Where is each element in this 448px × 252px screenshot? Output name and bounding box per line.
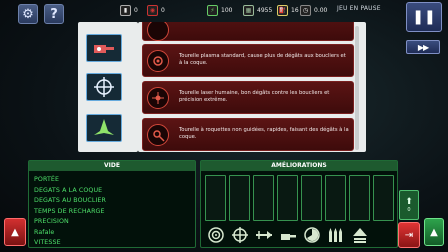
weapon-description: Tourelle plasma standard, cause plus de … (179, 53, 346, 67)
upgrade-slot[interactable] (277, 175, 298, 221)
upgrade-slot[interactable] (325, 175, 346, 221)
resource-missiles: ◉ 0 (147, 3, 165, 17)
speed-upgrade-icon[interactable] (349, 225, 370, 245)
energy-icon: ⚡ (207, 4, 218, 16)
question-icon: ? (50, 6, 58, 22)
weapon-description: Tourelle à roquettes non guidées, rapide… (179, 127, 349, 141)
weapon-slot-plasma[interactable] (86, 34, 122, 62)
fast-forward-button[interactable]: ▶▶ (406, 40, 440, 54)
fast-forward-icon: ▶▶ (417, 42, 429, 52)
upgrade-points-button[interactable]: ⬆ 0 (399, 190, 419, 220)
pause-icon: ❚❚ (412, 9, 436, 25)
turret-icon (147, 22, 169, 41)
pause-button[interactable]: ❚❚ (406, 2, 442, 32)
gear-icon: ⚙ (22, 6, 34, 22)
upgrade-slot[interactable] (205, 175, 226, 221)
plant-icon: ▲ (430, 226, 438, 238)
upgrades-panel: AMÉLIORATIONS (200, 160, 398, 248)
turret-upgrade-icon[interactable] (277, 225, 298, 245)
upgrades-header: AMÉLIORATIONS (201, 161, 397, 171)
upgrade-slot[interactable] (229, 175, 250, 221)
resource-fuel: ⛽ 16 (277, 4, 299, 16)
upgrade-slot[interactable] (373, 175, 394, 221)
weapon-slot-laser[interactable] (86, 73, 122, 101)
exit-button[interactable]: ⇥ (398, 222, 420, 248)
settings-button[interactable]: ⚙ (18, 4, 38, 24)
pause-status: JEU EN PAUSE (337, 5, 381, 12)
weapon-slot-rocket[interactable] (86, 114, 122, 142)
crew-icon: ▮ (120, 4, 131, 16)
red-action-button[interactable]: ▲ (4, 218, 26, 246)
stats-header: VIDE (29, 161, 195, 171)
fuel-icon: ⛽ (277, 4, 288, 16)
weapon-list-scrollbar[interactable] (355, 26, 359, 150)
weapon-card-laser[interactable]: Tourelle laser humaine, bon dégâts contr… (142, 81, 354, 114)
rocket-turret-icon (147, 124, 169, 146)
crosshair-icon (94, 77, 114, 97)
plasma-turret-icon (94, 45, 114, 53)
weapon-stats-panel: VIDE PORTÉE DEGATS A LA COQUE DEGATS AU … (28, 160, 196, 248)
stat-hull-damage: DEGATS A LA COQUE (34, 186, 103, 194)
upgrade-slot[interactable] (301, 175, 322, 221)
weapon-description: Tourelle laser humaine, bon dégâts contr… (179, 90, 330, 104)
warning-icon: ▲ (11, 226, 19, 238)
laser-turret-icon (147, 87, 169, 109)
shield-damage-upgrade-icon[interactable] (253, 225, 274, 245)
stat-range: PORTÉE (34, 176, 60, 183)
clock-icon: ◷ (300, 4, 311, 16)
reload-upgrade-icon[interactable] (301, 225, 322, 245)
ship-icon (94, 119, 114, 135)
stat-shield-damage: DEGATS AU BOUCLIER (34, 197, 106, 204)
plasma-turret-icon (147, 50, 169, 72)
weapon-card-plasma[interactable]: Tourelle plasma standard, cause plus de … (142, 44, 354, 77)
scrap-icon: ▦ (243, 4, 254, 16)
resource-time: ◷ 0.00 (300, 3, 327, 17)
burst-upgrade-icon[interactable] (325, 225, 346, 245)
resource-energy: ⚡ 100 (207, 3, 232, 17)
upgrade-icon: ⬆ (405, 197, 413, 207)
upgrade-points-count: 0 (407, 207, 411, 213)
upgrade-slot[interactable] (349, 175, 370, 221)
upgrade-slot[interactable] (253, 175, 274, 221)
help-button[interactable]: ? (44, 4, 64, 24)
weapon-card-partial[interactable] (142, 22, 354, 41)
resource-crew: ▮ 0 (120, 3, 138, 17)
exit-icon: ⇥ (404, 229, 414, 241)
weapon-list-panel: Tourelle plasma standard, cause plus de … (138, 22, 366, 152)
missile-icon: ◉ (147, 4, 158, 16)
green-action-button[interactable]: ▲ (424, 218, 444, 246)
stat-burst: Rafale (34, 228, 55, 236)
stat-precision: PRECISION (34, 218, 69, 225)
resource-scrap: ▦ 4955 (243, 3, 272, 17)
range-upgrade-icon[interactable] (205, 225, 226, 245)
stat-speed: VITESSE (34, 239, 61, 246)
crosshair-upgrade-icon[interactable] (229, 225, 250, 245)
weapon-card-rocket[interactable]: Tourelle à roquettes non guidées, rapide… (142, 118, 354, 151)
stat-reload-time: TEMPS DE RECHARGE (34, 207, 105, 215)
